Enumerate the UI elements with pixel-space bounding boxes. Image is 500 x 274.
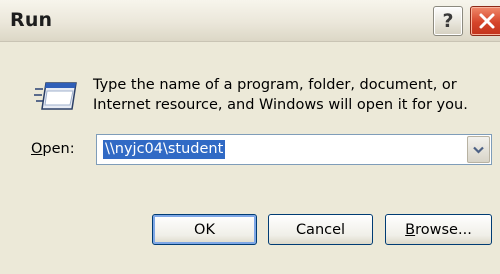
close-button[interactable] — [470, 6, 500, 36]
cancel-button[interactable]: Cancel — [268, 214, 373, 245]
help-icon: ? — [442, 9, 454, 32]
browse-accelerator: B — [405, 221, 416, 238]
open-field-value[interactable]: \\nyjc04\student — [103, 140, 226, 159]
description-line-1: Type the name of a program, folder, docu… — [93, 77, 457, 93]
open-label: Open: — [31, 141, 75, 157]
title-bar[interactable]: Run ? — [0, 0, 500, 42]
ok-button[interactable]: OK — [152, 214, 257, 245]
open-dropdown-button[interactable] — [467, 136, 490, 163]
open-label-accelerator: O — [31, 141, 43, 157]
description-line-2: Internet resource, and Windows will open… — [93, 97, 468, 113]
ok-button-label: OK — [194, 221, 215, 238]
window-title: Run — [10, 9, 53, 31]
run-program-icon — [34, 82, 77, 110]
cancel-button-label: Cancel — [295, 221, 346, 238]
dialog-description: Type the name of a program, folder, docu… — [93, 75, 483, 115]
open-combobox[interactable]: \\nyjc04\student — [96, 134, 492, 165]
browse-button-label: rowse... — [415, 221, 472, 238]
close-icon — [479, 13, 495, 29]
run-dialog: Run ? Type the name of a program, folder… — [0, 0, 500, 274]
help-button[interactable]: ? — [433, 6, 463, 36]
browse-button[interactable]: Browse... — [385, 214, 492, 245]
open-label-text: pen: — [42, 141, 75, 157]
chevron-down-icon — [473, 146, 484, 154]
